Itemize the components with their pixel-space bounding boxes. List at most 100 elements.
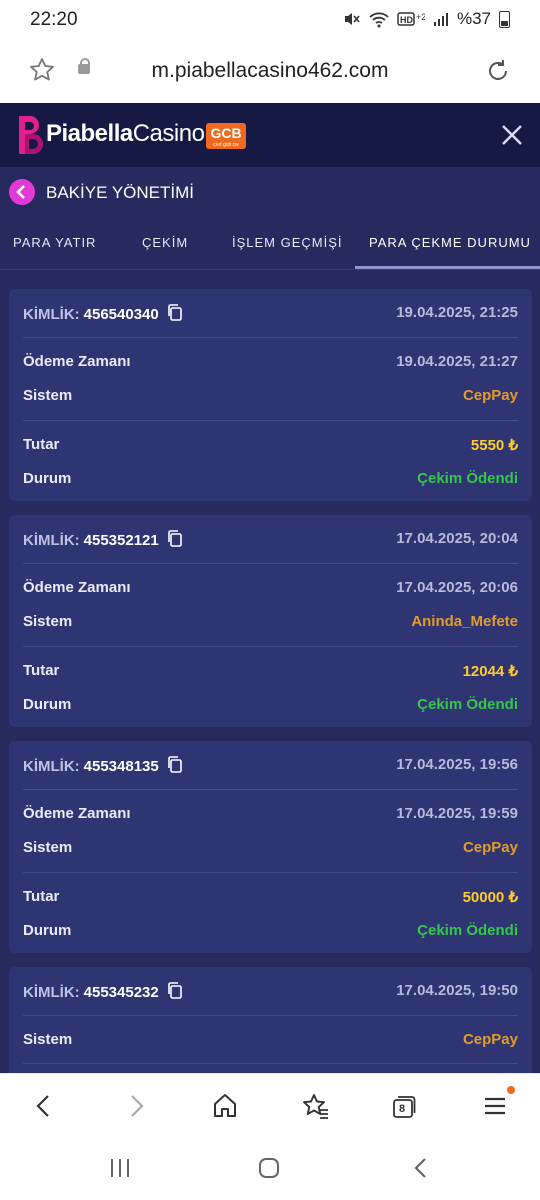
- status-label: Durum: [23, 470, 72, 487]
- payment-time-value: 17.04.2025, 19:59: [396, 805, 518, 822]
- amount-value: 50000 ₺: [462, 889, 518, 906]
- system-value: CepPay: [462, 387, 518, 404]
- close-icon[interactable]: [500, 123, 524, 147]
- gcb-badge[interactable]: GCB cert gcb cw: [206, 123, 246, 149]
- withdrawal-date: 19.04.2025, 21:25: [396, 304, 518, 321]
- id-label: KİMLİK:: [23, 306, 80, 323]
- amount-label: Tutar: [23, 436, 60, 453]
- site-header: PiabellaCasino GCB cert gcb cw: [0, 103, 540, 167]
- status-value: Çekim Ödendi: [417, 922, 518, 939]
- status-value: Çekim Ödendi: [417, 696, 518, 713]
- card-id-row: KİMLİK: 456540340 19.04.2025, 21:25: [23, 304, 518, 338]
- tab-withdraw[interactable]: ÇEKİM: [142, 235, 188, 250]
- payment-time-row: Ödeme Zamanı 19.04.2025, 21:27: [23, 353, 518, 387]
- divider: [23, 872, 518, 873]
- home-icon[interactable]: [211, 1090, 239, 1122]
- tab-bar: PARA YATIR ÇEKİM İŞLEM GEÇMİŞİ PARA ÇEKM…: [0, 219, 540, 270]
- system-value: CepPay: [462, 839, 518, 856]
- system-label: Sistem: [23, 387, 73, 404]
- amount-label: Tutar: [23, 662, 60, 679]
- browser-url-bar: m.piabellacasino462.com: [0, 40, 540, 103]
- tabs-button[interactable]: 8: [391, 1094, 417, 1120]
- withdrawal-id: 455345232: [83, 984, 159, 1001]
- svg-text:HD: HD: [400, 15, 413, 25]
- mute-icon: [344, 13, 360, 25]
- battery-icon: [499, 10, 510, 28]
- system-value: Aninda_Mefete: [411, 613, 518, 630]
- divider: [23, 1063, 518, 1064]
- chevron-left-icon: [16, 185, 25, 199]
- copy-icon[interactable]: [167, 304, 183, 321]
- withdrawal-list[interactable]: KİMLİK: 456540340 19.04.2025, 21:25 Ödeme…: [0, 270, 540, 1073]
- payment-time-label: Ödeme Zamanı: [23, 805, 131, 822]
- copy-icon[interactable]: [167, 530, 183, 547]
- tab-deposit[interactable]: PARA YATIR: [13, 235, 96, 250]
- withdrawal-card: KİMLİK: 455352121 17.04.2025, 20:04 Ödeme…: [9, 515, 532, 727]
- tab-withdrawal-status[interactable]: PARA ÇEKME DURUMU: [369, 235, 531, 250]
- system-navigation-bar: [0, 1138, 540, 1200]
- payment-time-label: Ödeme Zamanı: [23, 353, 131, 370]
- system-value: CepPay: [462, 1031, 518, 1048]
- withdrawal-date: 17.04.2025, 19:56: [396, 756, 518, 773]
- system-row: Sistem CepPay: [23, 1031, 518, 1065]
- status-label: Durum: [23, 696, 72, 713]
- tab-transaction-history[interactable]: İŞLEM GEÇMİŞİ: [232, 235, 343, 250]
- system-back-icon[interactable]: [410, 1156, 432, 1180]
- status-row: Durum Çekim Ödendi: [23, 696, 518, 730]
- divider: [23, 563, 518, 564]
- amount-row: Tutar 12044 ₺: [23, 662, 518, 696]
- payment-time-label: Ödeme Zamanı: [23, 579, 131, 596]
- recent-apps-icon[interactable]: [108, 1158, 132, 1178]
- status-value: Çekim Ödendi: [417, 470, 518, 487]
- system-label: Sistem: [23, 613, 73, 630]
- amount-row: Tutar 5550 ₺: [23, 436, 518, 470]
- withdrawal-id: 455348135: [83, 758, 159, 775]
- bookmarks-icon[interactable]: [300, 1090, 330, 1122]
- menu-icon[interactable]: [482, 1090, 510, 1122]
- status-time: 22:20: [30, 9, 78, 30]
- payment-time-row: Ödeme Zamanı 17.04.2025, 20:06: [23, 579, 518, 613]
- divider: [23, 1015, 518, 1016]
- copy-icon[interactable]: [167, 982, 183, 999]
- site-logo-text[interactable]: PiabellaCasino: [46, 120, 205, 148]
- withdrawal-card: KİMLİK: 455348135 17.04.2025, 19:56 Ödeme…: [9, 741, 532, 953]
- forward-icon[interactable]: [122, 1090, 150, 1122]
- system-row: Sistem CepPay: [23, 387, 518, 421]
- status-label: Durum: [23, 922, 72, 939]
- withdrawal-card: KİMLİK: 456540340 19.04.2025, 21:25 Ödeme…: [9, 289, 532, 501]
- amount-value: 5550 ₺: [470, 437, 518, 454]
- system-label: Sistem: [23, 839, 73, 856]
- card-id-row: KİMLİK: 455345232 17.04.2025, 19:50: [23, 982, 518, 1016]
- system-row: Sistem Aninda_Mefete: [23, 613, 518, 647]
- payment-time-value: 17.04.2025, 20:06: [396, 579, 518, 596]
- status-row: Durum Çekim Ödendi: [23, 470, 518, 504]
- tab-count: 8: [399, 1103, 406, 1115]
- copy-icon[interactable]: [167, 756, 183, 773]
- divider: [23, 789, 518, 790]
- withdrawal-date: 17.04.2025, 20:04: [396, 530, 518, 547]
- status-row: Durum Çekim Ödendi: [23, 922, 518, 956]
- withdrawal-id: 455352121: [83, 532, 159, 549]
- svg-text:+2: +2: [416, 12, 425, 22]
- active-tab-indicator: [355, 266, 540, 269]
- browser-toolbar: 8: [0, 1073, 540, 1139]
- withdrawal-card: KİMLİK: 455345232 17.04.2025, 19:50 Siste…: [9, 967, 532, 1073]
- piabella-logo-icon[interactable]: [16, 112, 44, 158]
- divider: [23, 420, 518, 421]
- system-row: Sistem CepPay: [23, 839, 518, 873]
- withdrawal-date: 17.04.2025, 19:50: [396, 982, 518, 999]
- status-icons: HD +2 %37: [343, 9, 510, 29]
- withdrawal-id: 456540340: [83, 306, 159, 323]
- card-id-row: KİMLİK: 455348135 17.04.2025, 19:56: [23, 756, 518, 790]
- wifi-icon: [369, 12, 389, 28]
- payment-time-value: 19.04.2025, 21:27: [396, 353, 518, 370]
- id-label: KİMLİK:: [23, 984, 80, 1001]
- system-label: Sistem: [23, 1031, 73, 1048]
- reload-icon[interactable]: [484, 57, 512, 85]
- back-icon[interactable]: [30, 1090, 58, 1122]
- page-title-bar: BAKİYE YÖNETİMİ: [0, 167, 540, 219]
- back-button[interactable]: [9, 179, 35, 205]
- amount-value: 12044 ₺: [462, 663, 518, 680]
- url-text[interactable]: m.piabellacasino462.com: [0, 59, 540, 83]
- home-button-icon[interactable]: [258, 1157, 280, 1179]
